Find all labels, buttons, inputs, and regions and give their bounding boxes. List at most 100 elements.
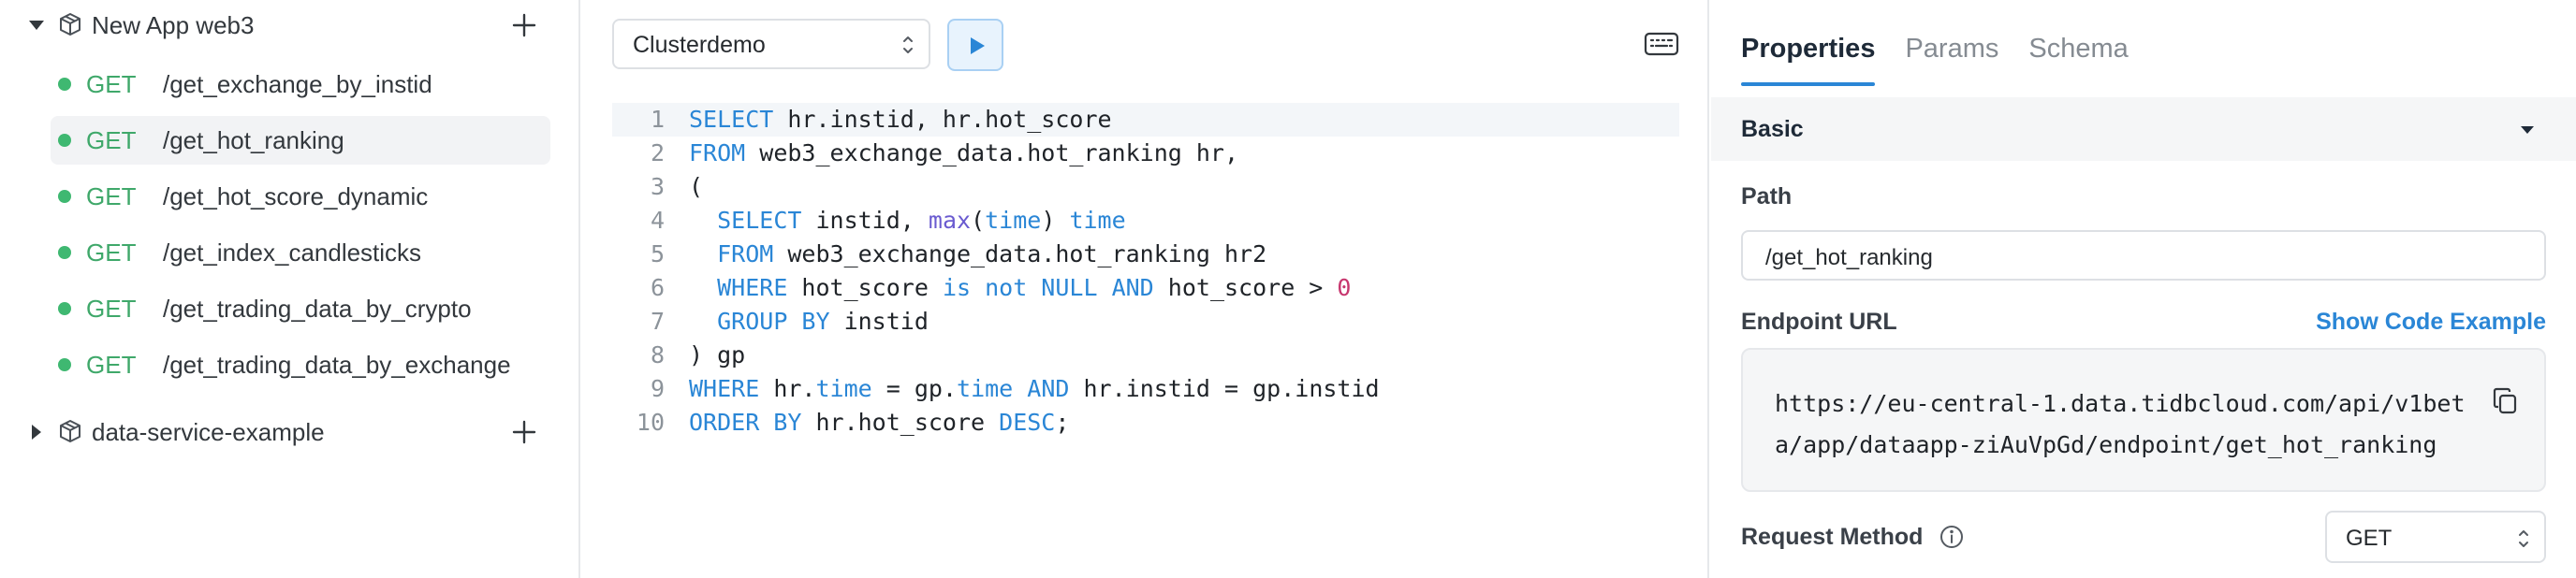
- sql-text: (: [971, 207, 986, 234]
- code-text: ) gp: [689, 339, 745, 372]
- app-row-new-app-web3[interactable]: New App web3: [0, 1, 580, 50]
- cube-icon: [56, 10, 86, 40]
- copy-icon[interactable]: [2492, 387, 2518, 415]
- sql-keyword: is not NULL AND: [942, 274, 1154, 301]
- code-line[interactable]: 6 WHERE hot_score is not NULL AND hot_sc…: [612, 271, 1679, 305]
- sql-text: hr.: [759, 375, 816, 402]
- status-dot: [58, 134, 71, 147]
- sql-keyword: GROUP BY: [717, 308, 830, 335]
- endpoint-method: GET: [86, 350, 137, 379]
- code-line[interactable]: 1 SELECT hr.instid, hr.hot_score: [612, 103, 1679, 137]
- sql-keyword: ORDER BY: [689, 409, 802, 436]
- endpoint-path: /get_hot_ranking: [163, 125, 344, 154]
- select-arrows-icon: [2516, 527, 2531, 551]
- info-icon[interactable]: [1939, 525, 1964, 549]
- endpoint-item-get-trading-data-by-exchange[interactable]: GET /get_trading_data_by_exchange: [51, 340, 550, 389]
- code-line[interactable]: 8 ) gp: [612, 339, 1679, 372]
- caret-down-icon[interactable]: [26, 15, 47, 36]
- sql-text: web3_exchange_data.hot_ranking hr,: [745, 139, 1239, 166]
- code-line[interactable]: 4 SELECT instid, max(time) time: [612, 204, 1679, 238]
- sql-text: hot_score >: [1153, 274, 1338, 301]
- sql-keyword: WHERE: [717, 274, 788, 301]
- code-line[interactable]: 5 FROM web3_exchange_data.hot_ranking hr…: [612, 238, 1679, 271]
- tab-properties[interactable]: Properties: [1741, 34, 1876, 86]
- run-button[interactable]: [947, 19, 1003, 71]
- line-number: 9: [650, 375, 665, 402]
- sql-keyword: time: [985, 207, 1042, 234]
- code-line[interactable]: 7 GROUP BY instid: [612, 305, 1679, 339]
- code-line[interactable]: 2 FROM web3_exchange_data.hot_ranking hr,: [612, 137, 1679, 170]
- line-number: 8: [650, 341, 665, 368]
- code-text: FROM web3_exchange_data.hot_ranking hr,: [689, 137, 1238, 170]
- code-text: ORDER BY hr.hot_score DESC;: [689, 406, 1069, 440]
- sql-text: hr.hot_score: [801, 409, 1000, 436]
- add-endpoint-icon[interactable]: [511, 419, 537, 445]
- endpoint-url-label: Endpoint URL: [1741, 309, 1897, 335]
- code-line[interactable]: 9 WHERE hr.time = gp.time AND hr.instid =…: [612, 372, 1679, 406]
- add-endpoint-icon[interactable]: [511, 12, 537, 38]
- select-arrows-icon: [900, 33, 915, 57]
- code-line[interactable]: 10 ORDER BY hr.hot_score DESC;: [612, 406, 1679, 440]
- endpoint-method: GET: [86, 238, 137, 267]
- sql-keyword: DESC: [999, 409, 1056, 436]
- code-text: WHERE hot_score is not NULL AND hot_scor…: [689, 271, 1351, 305]
- caret-down-icon: [2520, 123, 2535, 140]
- code-text: SELECT instid, max(time) time: [689, 204, 1126, 238]
- sql-keyword: time: [957, 375, 1014, 402]
- endpoint-path: /get_trading_data_by_exchange: [163, 350, 511, 379]
- sql-text: web3_exchange_data.hot_ranking hr2: [773, 240, 1267, 267]
- endpoint-item-get-trading-data-by-crypto[interactable]: GET /get_trading_data_by_crypto: [51, 284, 550, 333]
- sql-text: (: [689, 173, 704, 200]
- request-method-select[interactable]: GET: [2325, 511, 2546, 563]
- path-input[interactable]: /get_hot_ranking: [1741, 230, 2546, 281]
- request-method-value: GET: [2346, 526, 2393, 551]
- endpoint-item-get-index-candlesticks[interactable]: GET /get_index_candlesticks: [51, 228, 550, 277]
- request-method-label: Request Method: [1741, 523, 1924, 550]
- endpoint-url-text: https://eu-central-1.data.tidbcloud.com/…: [1775, 390, 2466, 458]
- panel-tabs: Properties Params Schema: [1741, 34, 2159, 90]
- endpoint-method: GET: [86, 294, 137, 323]
- line-number: 7: [650, 308, 665, 335]
- endpoint-item-get-exchange-by-instid[interactable]: GET /get_exchange_by_instid: [51, 60, 550, 108]
- sql-keyword: AND: [1027, 375, 1070, 402]
- sql-text: ;: [1055, 409, 1070, 436]
- show-code-example-link[interactable]: Show Code Example: [2316, 309, 2546, 336]
- endpoint-sidebar: New App web3 GET /get_exchange_by_instid…: [0, 0, 580, 578]
- keyboard-icon[interactable]: [1644, 32, 1679, 56]
- sql-text: hr.instid = gp.instid: [1069, 375, 1380, 402]
- code-text: GROUP BY instid: [689, 305, 929, 339]
- endpoint-item-get-hot-ranking[interactable]: GET /get_hot_ranking: [51, 116, 550, 165]
- sql-text: ): [1041, 207, 1070, 234]
- sql-text: ) gp: [689, 341, 746, 368]
- sql-keyword: time: [815, 375, 872, 402]
- app-name: data-service-example: [92, 417, 325, 446]
- sql-code[interactable]: 1 SELECT hr.instid, hr.hot_score 2 FROM web…: [612, 103, 1679, 440]
- status-dot: [58, 302, 71, 315]
- endpoint-url-box: https://eu-central-1.data.tidbcloud.com/…: [1741, 348, 2546, 492]
- sql-function: max: [928, 207, 972, 234]
- code-line[interactable]: 3(: [612, 170, 1679, 204]
- sql-text: hot_score: [787, 274, 943, 301]
- tab-params[interactable]: Params: [1905, 34, 1998, 86]
- path-label: Path: [1741, 183, 1793, 210]
- basic-section-header[interactable]: Basic: [1711, 97, 2576, 161]
- status-dot: [58, 246, 71, 259]
- app-row-data-service-example[interactable]: data-service-example: [0, 408, 580, 456]
- caret-right-icon[interactable]: [26, 422, 47, 442]
- tab-schema[interactable]: Schema: [2028, 34, 2128, 86]
- cube-icon: [56, 417, 86, 447]
- endpoint-path: /get_exchange_by_instid: [163, 69, 432, 98]
- line-number: 5: [650, 240, 665, 267]
- request-method-row: Request Method: [1741, 520, 1964, 554]
- line-number: 1: [650, 106, 665, 133]
- line-number: 10: [636, 409, 665, 436]
- sql-text: instid: [829, 308, 929, 335]
- endpoint-item-get-hot-score-dynamic[interactable]: GET /get_hot_score_dynamic: [51, 172, 550, 221]
- code-text: SELECT hr.instid, hr.hot_score: [689, 103, 1112, 137]
- sql-keyword: FROM: [717, 240, 774, 267]
- status-dot: [58, 358, 71, 371]
- cluster-select[interactable]: Clusterdemo: [612, 19, 930, 69]
